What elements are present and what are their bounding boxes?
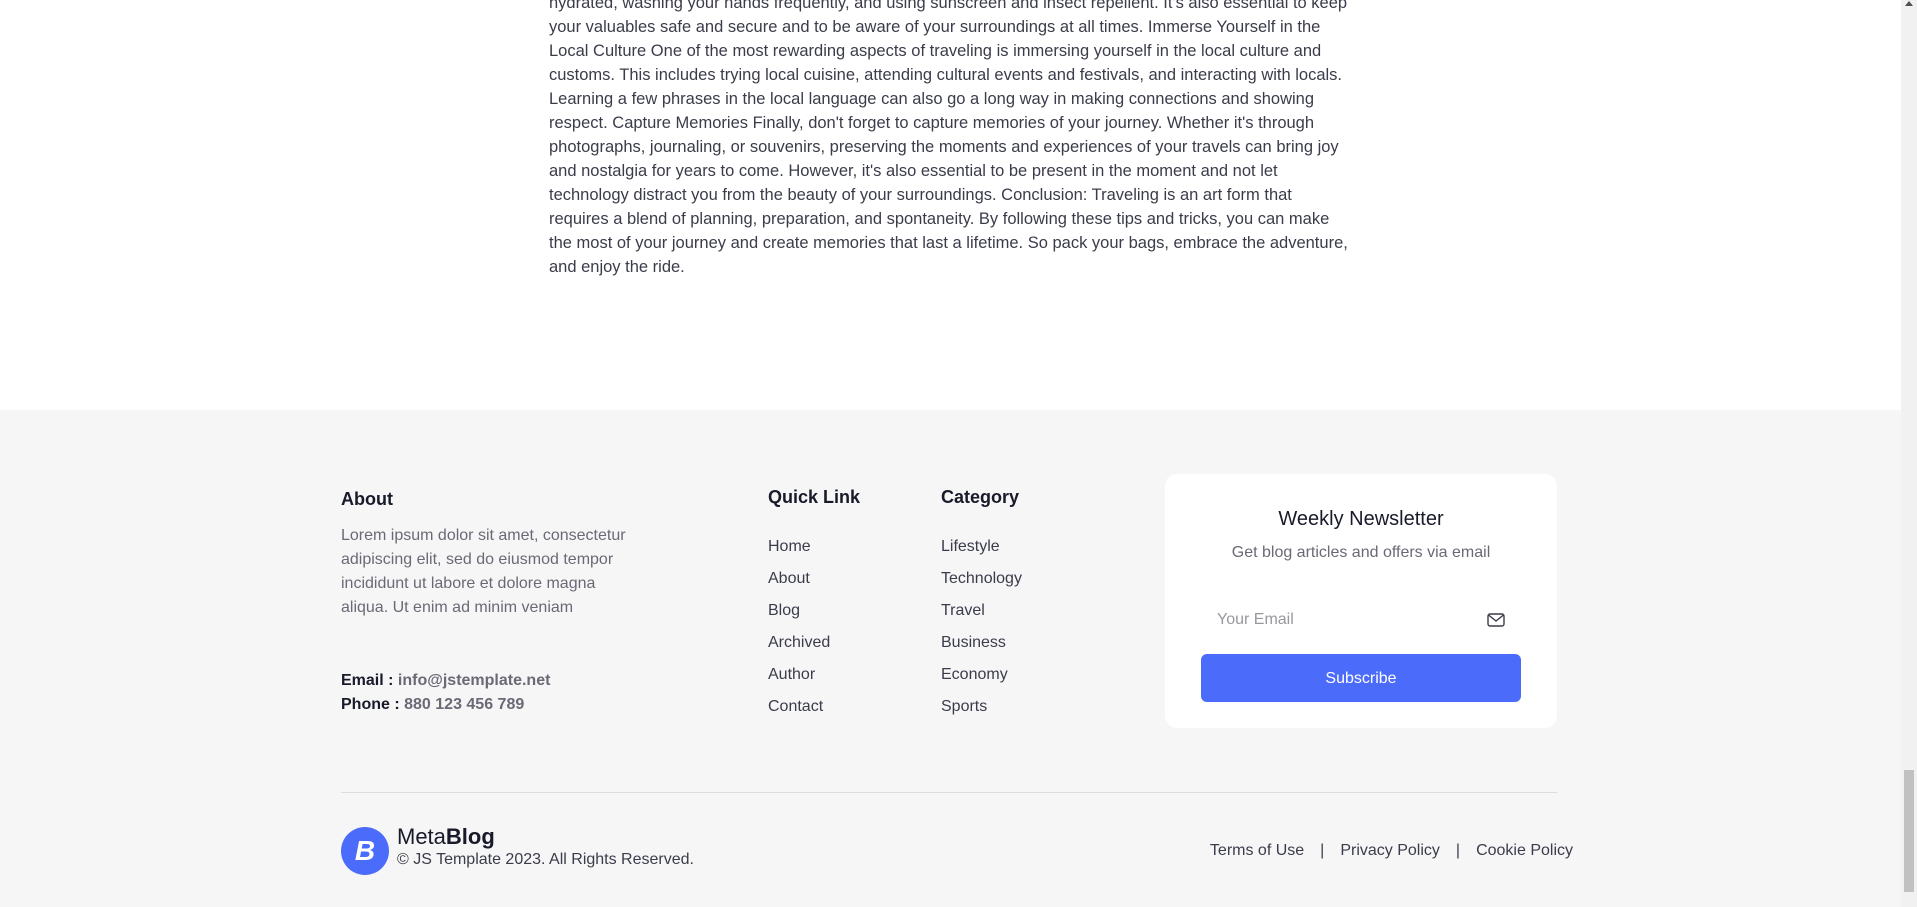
subscribe-button[interactable]: Subscribe xyxy=(1201,654,1521,702)
copyright-text: © JS Template 2023. All Rights Reserved. xyxy=(397,851,694,868)
brand-name-light: Meta xyxy=(397,824,446,849)
phone-label: Phone : xyxy=(341,696,400,713)
article-body-text: hydrated, washing your hands frequently,… xyxy=(549,0,1348,276)
quick-link-about[interactable]: About xyxy=(768,569,830,601)
privacy-policy-link[interactable]: Privacy Policy xyxy=(1340,842,1440,860)
legal-separator: | xyxy=(1455,842,1461,859)
category-lifestyle[interactable]: Lifestyle xyxy=(941,537,1022,569)
quick-link-home[interactable]: Home xyxy=(768,537,830,569)
newsletter-title: Weekly Newsletter xyxy=(1278,508,1444,530)
newsletter-card: Weekly Newsletter Get blog articles and … xyxy=(1165,474,1557,728)
phone-link[interactable]: 880 123 456 789 xyxy=(404,696,524,713)
category-sports[interactable]: Sports xyxy=(941,697,1022,729)
quick-link-list: Home About Blog Archived Author Contact xyxy=(768,537,830,729)
brand-name-bold: Blog xyxy=(445,824,495,849)
logo-letter: B xyxy=(355,835,375,866)
metablog-logo-icon[interactable]: B xyxy=(341,827,389,875)
scroll-up-arrow-icon[interactable] xyxy=(1905,1,1913,6)
quick-link-archived[interactable]: Archived xyxy=(768,633,830,665)
quick-link-heading: Quick Link xyxy=(768,487,861,507)
category-business[interactable]: Business xyxy=(941,633,1022,665)
legal-separator: | xyxy=(1320,842,1325,859)
mail-icon xyxy=(1487,613,1505,627)
scrollbar-thumb[interactable] xyxy=(1904,770,1914,892)
newsletter-email-input[interactable] xyxy=(1201,598,1477,642)
terms-of-use-link[interactable]: Terms of Use xyxy=(1210,842,1304,860)
brand-name: MetaBlog xyxy=(397,824,495,850)
category-travel[interactable]: Travel xyxy=(941,601,1022,633)
quick-link-author[interactable]: Author xyxy=(768,665,830,697)
page-scrollbar[interactable] xyxy=(1901,0,1917,907)
email-label: Email : xyxy=(341,672,394,689)
contact-phone: Phone : 880 123 456 789 xyxy=(341,696,524,714)
legal-links: Terms of Use | Privacy Policy | Cookie P… xyxy=(1210,842,1573,860)
category-economy[interactable]: Economy xyxy=(941,665,1022,697)
cookie-policy-link[interactable]: Cookie Policy xyxy=(1476,842,1573,860)
category-technology[interactable]: Technology xyxy=(941,569,1022,601)
about-heading: About xyxy=(341,489,393,509)
contact-email: Email : info@jstemplate.net xyxy=(341,672,550,690)
footer-divider xyxy=(341,792,1557,793)
email-link[interactable]: info@jstemplate.net xyxy=(398,672,551,689)
about-description: Lorem ipsum dolor sit amet, consectetur … xyxy=(341,527,626,616)
quick-link-contact[interactable]: Contact xyxy=(768,697,830,729)
newsletter-subtitle: Get blog articles and offers via email xyxy=(1231,544,1491,561)
category-list: Lifestyle Technology Travel Business Eco… xyxy=(941,537,1022,729)
newsletter-email-wrapper xyxy=(1201,598,1521,642)
category-heading: Category xyxy=(941,487,1020,507)
quick-link-blog[interactable]: Blog xyxy=(768,601,830,633)
